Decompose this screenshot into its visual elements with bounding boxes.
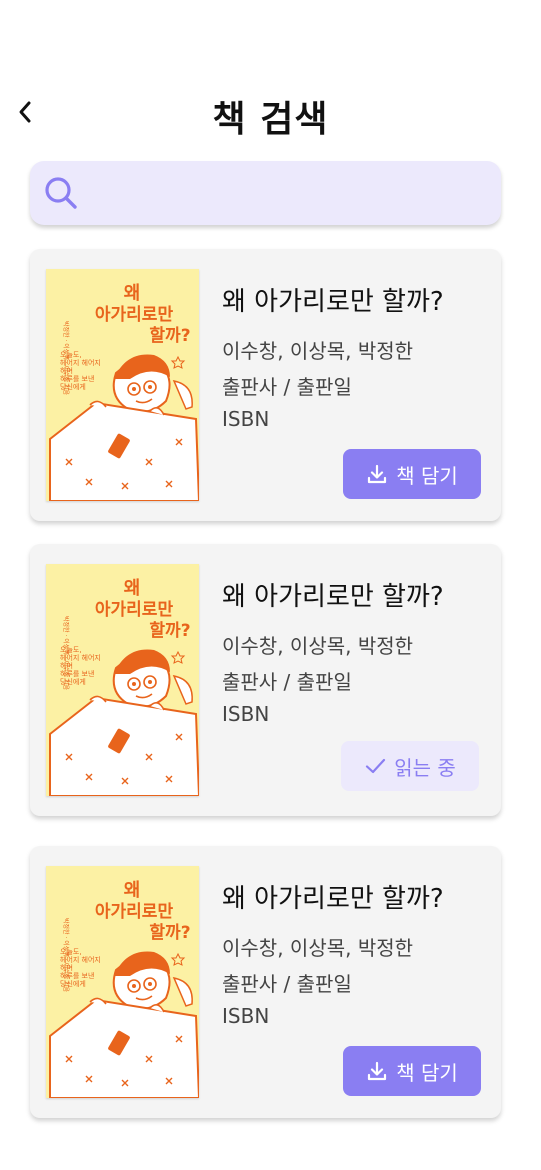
book-publisher: 출판사 / 출판일 — [222, 972, 352, 996]
cover-title-line2: 아가리로만 — [95, 600, 174, 620]
download-icon — [368, 464, 387, 484]
cover-subtitle-line2: 헤어지 헤어지 — [60, 358, 101, 367]
reading-status-button[interactable]: 읽는 중 — [341, 741, 479, 791]
cover-title-line1: 왜 — [124, 578, 141, 599]
cover-title-line3: 할까? — [149, 326, 190, 346]
cover-title-line3: 할까? — [149, 923, 190, 943]
cover-title-line1: 왜 — [124, 283, 141, 304]
cover-subtitle-line4: 하루를 보낸 — [60, 374, 94, 383]
cover-subtitle-line1: 오늘도, — [60, 646, 82, 654]
book-isbn: ISBN — [222, 1004, 270, 1028]
cover-subtitle-line3: 하며 — [60, 963, 73, 972]
cover-title-line3: 할까? — [149, 621, 190, 641]
add-book-button[interactable]: 책 담기 — [343, 1046, 481, 1096]
cover-subtitle-line4: 하루를 보낸 — [60, 669, 94, 678]
cover-subtitle-line3: 하며 — [60, 661, 73, 670]
cover-subtitle-line5: 당신에게 — [60, 979, 86, 988]
cover-title-line2: 아가리로만 — [95, 902, 174, 922]
book-cover-art: 박정한 · 이상목 · 이수창 지음 왜 아가리로만 할까? 오늘도, 헤어지 … — [46, 866, 199, 1098]
book-card[interactable]: 박정한 · 이상목 · 이수창 지음 왜 아가리로만 할까? 오늘도, 헤어지 … — [30, 544, 501, 816]
add-book-label: 책 담기 — [396, 1060, 458, 1085]
book-title: 왜 아가리로만 할까? — [222, 884, 444, 914]
book-cover: 박정한 · 이상목 · 이수창 지음 왜 아가리로만 할까? 오늘도, 헤어지 … — [46, 564, 199, 796]
book-isbn: ISBN — [222, 407, 270, 431]
search-input[interactable] — [90, 173, 489, 215]
book-publisher: 출판사 / 출판일 — [222, 670, 352, 694]
book-authors: 이수창, 이상목, 박정한 — [222, 936, 414, 960]
header: 책 검색 — [0, 88, 541, 140]
book-card[interactable]: 박정한 · 이상목 · 이수창 지음 왜 아가리로만 할까? 오늘도, 헤어지 … — [30, 846, 501, 1118]
book-search-screen: 책 검색 박정한 · 이상목 · 이수창 지음 왜 아가리로만 할까? 오늘도,… — [0, 0, 541, 1170]
book-cover-art: 박정한 · 이상목 · 이수창 지음 왜 아가리로만 할까? 오늘도, 헤어지 … — [46, 564, 199, 796]
cover-subtitle-line1: 오늘도, — [60, 351, 82, 359]
book-card[interactable]: 박정한 · 이상목 · 이수창 지음 왜 아가리로만 할까? 오늘도, 헤어지 … — [30, 249, 501, 521]
book-authors: 이수창, 이상목, 박정한 — [222, 634, 414, 658]
add-book-button[interactable]: 책 담기 — [343, 449, 481, 499]
cover-subtitle-line2: 헤어지 헤어지 — [60, 955, 101, 964]
download-icon — [368, 1061, 387, 1081]
check-icon — [366, 758, 386, 774]
book-isbn: ISBN — [222, 702, 270, 726]
cover-subtitle-line3: 하며 — [60, 366, 73, 375]
page-title: 책 검색 — [212, 99, 329, 140]
book-cover-art: 박정한 · 이상목 · 이수창 지음 왜 아가리로만 할까? 오늘도, 헤어지 … — [46, 269, 199, 501]
book-authors: 이수창, 이상목, 박정한 — [222, 339, 414, 363]
book-cover: 박정한 · 이상목 · 이수창 지음 왜 아가리로만 할까? 오늘도, 헤어지 … — [46, 866, 199, 1098]
cover-subtitle-line2: 헤어지 헤어지 — [60, 653, 101, 662]
cover-title-line1: 왜 — [124, 880, 141, 901]
cover-title-line2: 아가리로만 — [95, 305, 174, 325]
book-cover: 박정한 · 이상목 · 이수창 지음 왜 아가리로만 할까? 오늘도, 헤어지 … — [46, 269, 199, 501]
book-title: 왜 아가리로만 할까? — [222, 287, 444, 317]
cover-subtitle-line5: 당신에게 — [60, 677, 86, 686]
reading-status-label: 읽는 중 — [394, 755, 456, 780]
cover-subtitle-line5: 당신에게 — [60, 382, 86, 391]
cover-subtitle-line1: 오늘도, — [60, 948, 82, 956]
search-bar[interactable] — [30, 161, 501, 225]
book-publisher: 출판사 / 출판일 — [222, 375, 352, 399]
cover-subtitle-line4: 하루를 보낸 — [60, 971, 94, 980]
add-book-label: 책 담기 — [396, 463, 458, 488]
book-title: 왜 아가리로만 할까? — [222, 582, 444, 612]
search-icon[interactable] — [43, 175, 79, 211]
